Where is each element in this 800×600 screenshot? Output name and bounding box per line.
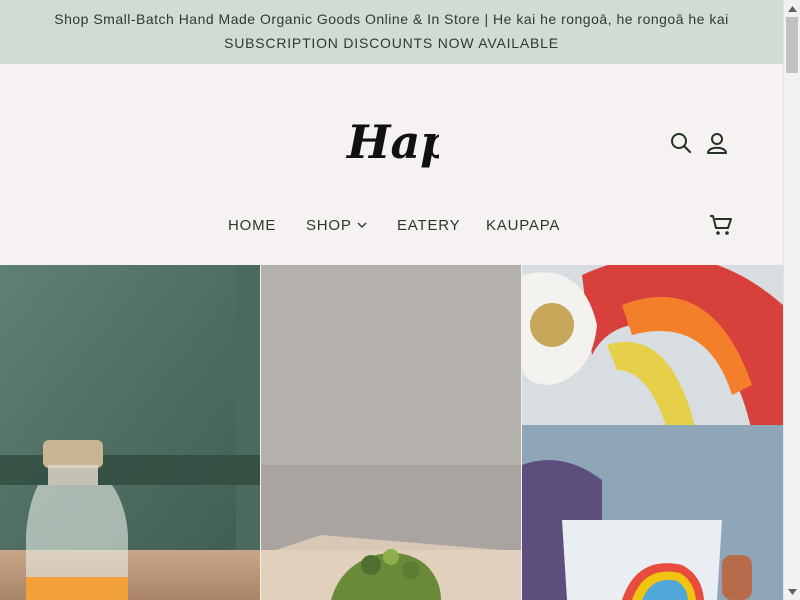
scroll-down-arrow-icon[interactable]: [784, 583, 800, 600]
logo-wordmark: Hapi: [345, 115, 439, 169]
site-header: Hapi HOME SHOP EATERY KAUPAPA: [0, 64, 783, 265]
search-icon: [671, 133, 692, 154]
account-button[interactable]: [704, 130, 730, 156]
nav-eatery[interactable]: EATERY: [397, 217, 460, 234]
search-button[interactable]: [668, 130, 694, 156]
announcement-text: Shop Small-Batch Hand Made Organic Goods…: [54, 11, 729, 27]
site-logo[interactable]: Hapi: [343, 100, 470, 180]
cart-icon: [710, 215, 732, 235]
scroll-up-arrow-icon[interactable]: [784, 0, 800, 17]
nav-shop-label: SHOP: [306, 217, 352, 234]
hero-image-food-wrap[interactable]: [261, 265, 521, 600]
nav-home[interactable]: HOME: [228, 217, 276, 234]
chevron-down-icon: [357, 216, 367, 233]
cart-button[interactable]: [708, 212, 734, 238]
main-navigation: HOME SHOP EATERY KAUPAPA: [0, 214, 783, 238]
scrollbar-thumb[interactable]: [786, 17, 798, 73]
nav-kaupapa[interactable]: KAUPAPA: [486, 217, 560, 234]
vertical-scrollbar[interactable]: [783, 0, 800, 600]
subscription-banner-text[interactable]: SUBSCRIPTION DISCOUNTS NOW AVAILABLE: [0, 35, 783, 51]
user-icon: [707, 133, 727, 154]
announcement-bar: Shop Small-Batch Hand Made Organic Goods…: [0, 0, 783, 64]
hero-image-gallery: [0, 265, 783, 600]
hero-image-rainbow-cup[interactable]: [522, 265, 783, 600]
nav-shop[interactable]: SHOP: [306, 217, 367, 235]
hero-image-juice-bottle[interactable]: [0, 265, 260, 600]
